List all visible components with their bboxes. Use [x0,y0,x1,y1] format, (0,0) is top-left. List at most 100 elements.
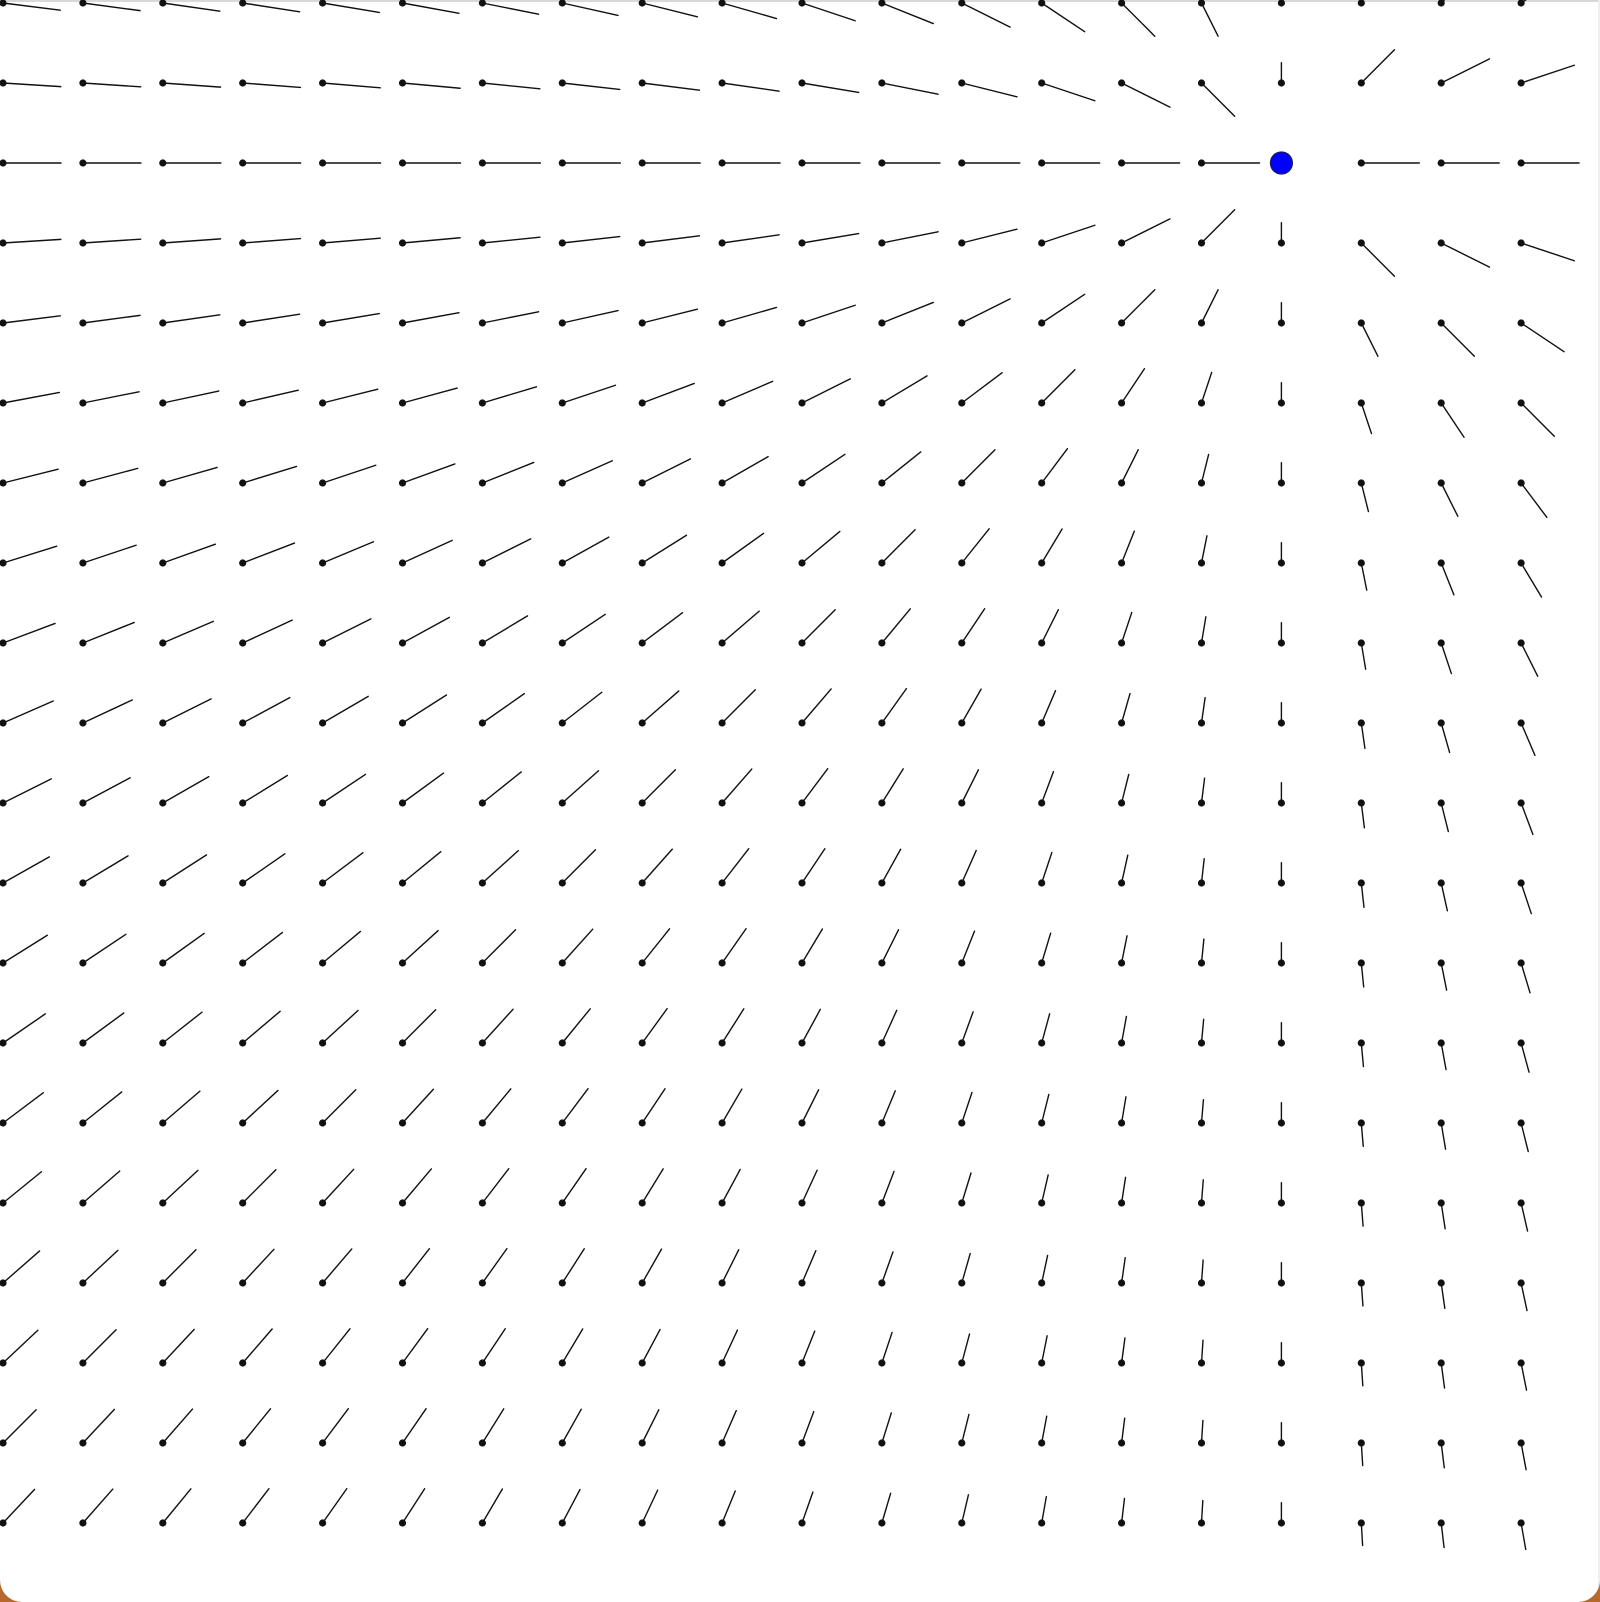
field-needle [638,769,677,807]
needle-pivot [1277,1119,1285,1127]
needle-line [1520,1362,1528,1391]
field-needle [79,159,142,167]
needle-pivot [558,1199,566,1207]
needle-pivot [718,1199,726,1207]
needle-pivot [958,799,966,807]
needle-line [961,930,976,964]
source-point-handle[interactable] [1269,151,1294,175]
needle-line [641,1328,661,1364]
needle-line [961,228,1018,244]
field-needle [1277,1181,1285,1207]
field-needle [1118,1497,1126,1527]
needle-line [2,1171,43,1204]
needle-line [481,771,522,804]
field-needle [1517,319,1565,353]
needle-pivot [239,799,247,807]
needle-pivot [79,79,87,87]
needle-line [961,82,1018,98]
needle-line [1120,368,1146,404]
field-needle [0,934,48,967]
needle-pivot [1437,159,1445,167]
field-needle [1118,773,1130,807]
field-needle [718,1088,743,1127]
needle-pivot [1517,1199,1525,1207]
needle-line [721,1409,737,1444]
field-needle [1197,938,1206,967]
needle-line [801,1089,820,1124]
field-needle [798,0,856,22]
field-needle [398,1248,431,1287]
needle-line [82,1408,116,1444]
needle-line [1120,1256,1126,1284]
field-needle [1437,399,1465,438]
field-needle [1437,0,1446,7]
field-needle [1038,851,1053,887]
field-needle [239,931,284,967]
needle-line [641,1088,666,1124]
needle-line [1360,722,1366,750]
needle-pivot [798,0,806,7]
field-needle [638,382,695,407]
needle-line [721,306,778,324]
field-needle [1038,293,1086,327]
field-needle [1437,959,1448,991]
field-needle [398,159,462,167]
field-needle [239,79,302,89]
field-needle [1357,719,1366,750]
field-needle [319,773,367,807]
field-needle [638,0,699,18]
field-needle [1357,959,1365,988]
needle-pivot [239,479,247,487]
needle-pivot [878,879,886,887]
needle-pivot [478,79,486,87]
needle-line [401,1248,431,1284]
needle-pivot [958,239,966,247]
needle-pivot [159,399,167,407]
vector-field-canvas[interactable] [0,0,1600,1602]
field-needle [638,1007,668,1047]
needle-pivot [1437,1439,1445,1447]
field-needle [1437,58,1491,87]
needle-pivot [638,1199,646,1207]
needle-line [82,82,142,88]
needle-pivot [398,1279,407,1287]
field-needle [1517,1439,1527,1471]
needle-line [241,774,289,804]
needle-pivot [319,799,327,807]
needle-pivot [1197,0,1206,7]
needle-pivot [478,1519,486,1527]
field-needle [1277,221,1285,247]
needle-pivot [1038,1119,1046,1127]
needle-pivot [638,399,646,407]
field-needle [1517,959,1531,994]
needle-pivot [398,559,407,567]
needle-line [641,1168,664,1204]
field-needle [958,528,990,567]
field-needle [79,699,133,727]
needle-line [961,688,982,724]
needle-line [961,1091,973,1124]
field-needle [0,856,51,887]
field-needle [239,1010,281,1047]
field-needle [1197,371,1213,407]
field-canvas-window [0,0,1600,1602]
needle-pivot [398,799,407,807]
needle-pivot [1197,1119,1206,1127]
field-needle [558,928,594,967]
field-needle [878,529,916,567]
needle-pivot [638,719,646,727]
needle-line [481,461,535,484]
field-needle [1277,1261,1285,1287]
field-needle [1357,1119,1365,1148]
needle-line [481,538,532,564]
field-needle [478,929,517,967]
needle-line [561,928,594,964]
needle-pivot [1118,1519,1126,1527]
field-needle [558,1248,585,1287]
needle-line [1120,854,1129,884]
field-needle [1197,1098,1206,1127]
needle-pivot [1277,399,1285,407]
needle-pivot [1118,319,1126,327]
field-needle [798,1169,818,1207]
needle-pivot [638,1279,646,1287]
